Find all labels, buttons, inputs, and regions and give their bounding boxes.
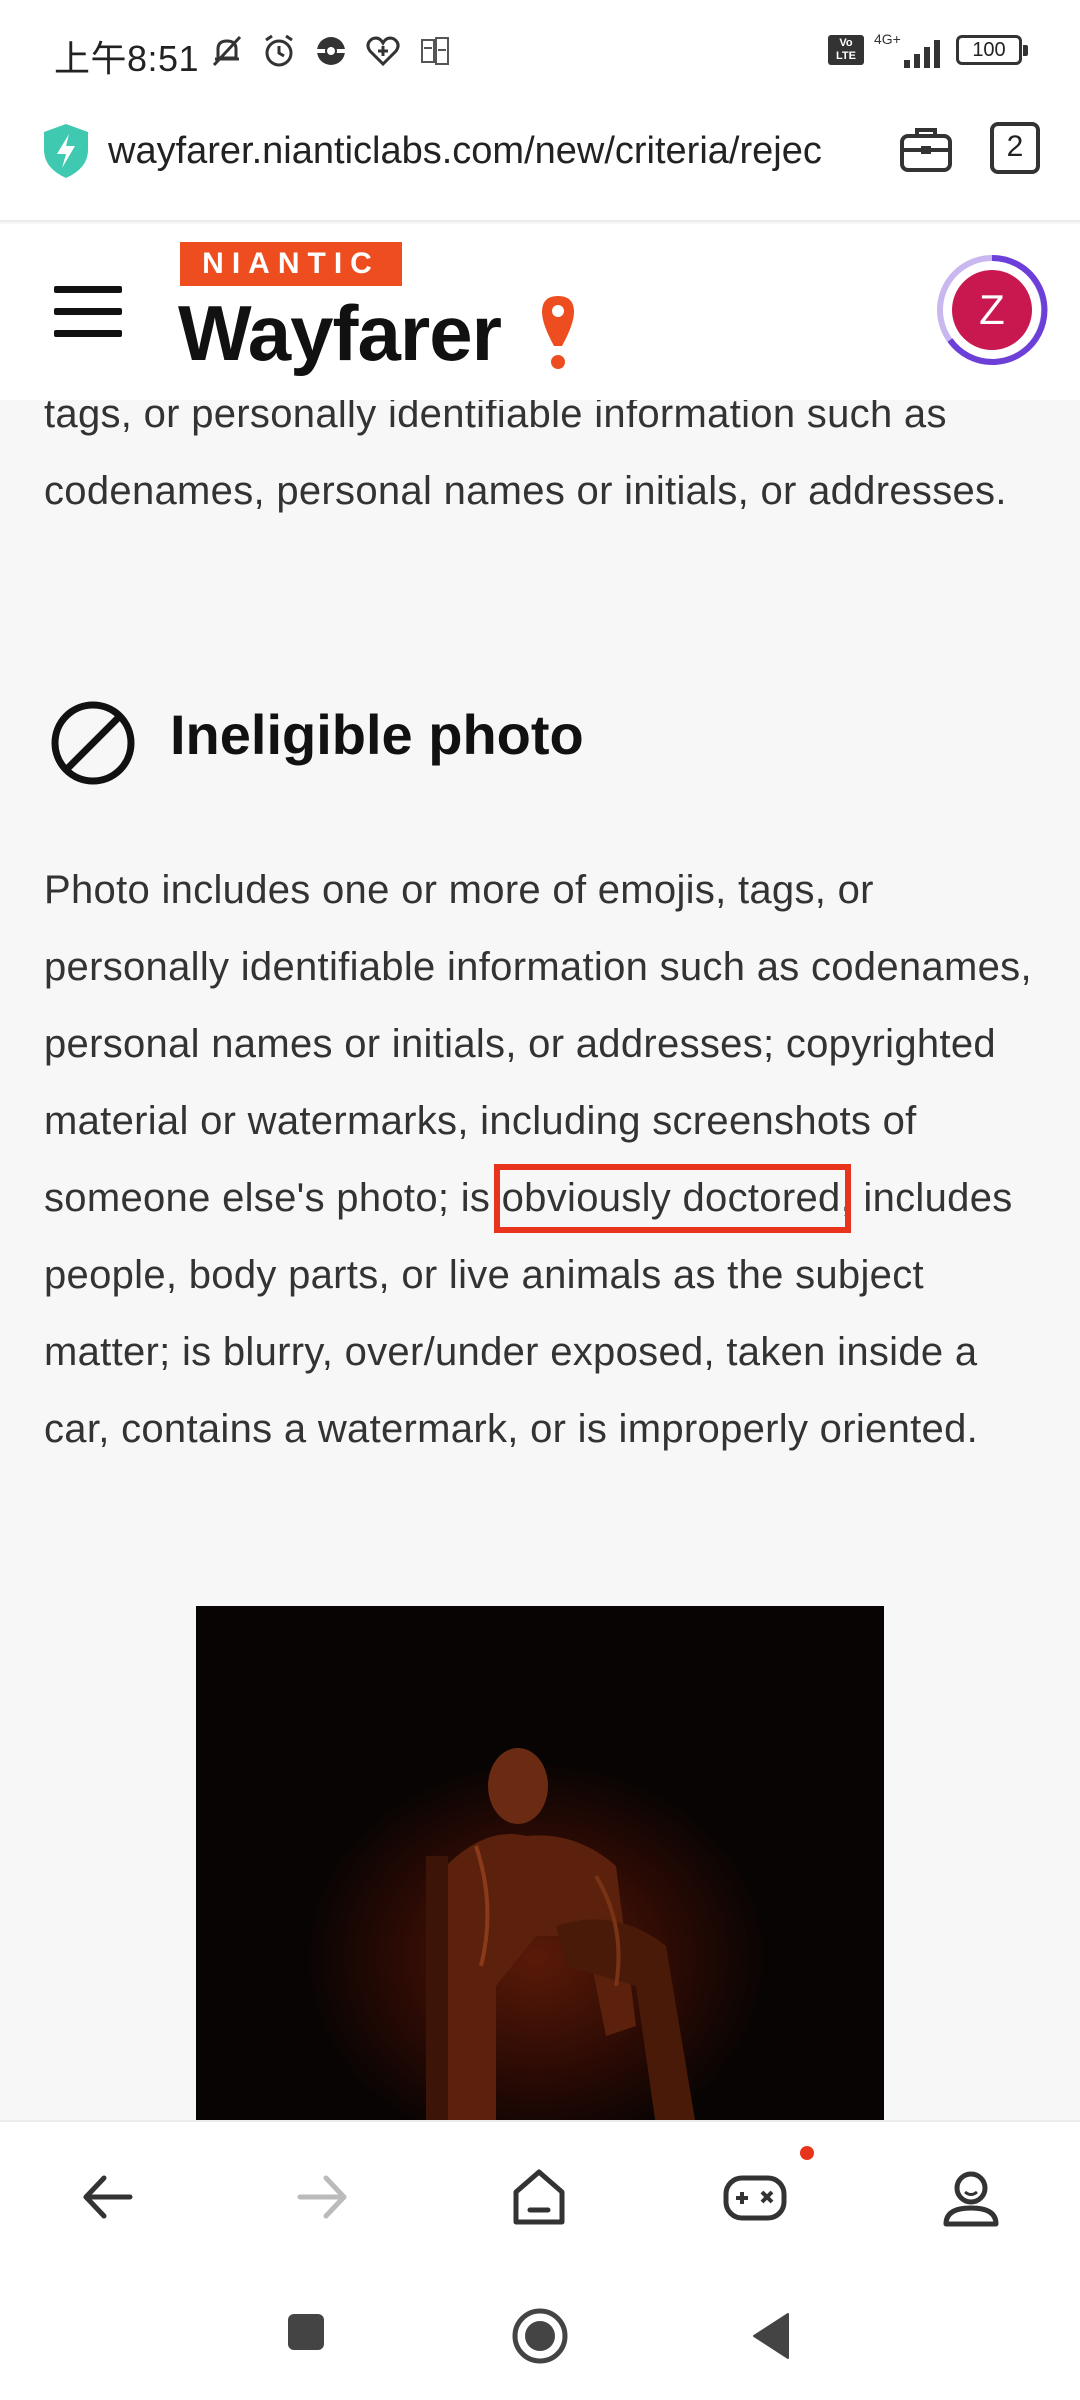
ineligible-photo-description: Photo includes one or more of emojis, ta… — [44, 852, 1044, 1468]
highlighted-phrase: obviously doctored — [493, 1160, 851, 1237]
home-circle-icon[interactable] — [510, 2306, 570, 2366]
forward-arrow-icon[interactable] — [290, 2164, 356, 2230]
status-icons — [208, 32, 454, 70]
wayfarer-logo-text: Wayfarer — [178, 289, 502, 377]
heart-plus-icon — [366, 36, 400, 67]
prohibited-icon — [51, 701, 135, 785]
back-arrow-icon[interactable] — [74, 2164, 140, 2230]
recents-square-icon[interactable] — [284, 2310, 328, 2354]
alarm-icon — [265, 34, 293, 67]
browser-bottom-nav — [0, 2120, 1080, 2270]
back-triangle-icon[interactable] — [748, 2310, 796, 2362]
browser-url-bar: wayfarer.nianticlabs.com/new/criteria/re… — [0, 100, 1080, 222]
toolbox-icon[interactable] — [898, 122, 954, 178]
home-icon[interactable] — [506, 2164, 572, 2230]
profile-icon[interactable] — [938, 2164, 1004, 2230]
status-right: Vo LTE 4G+ 100 — [828, 30, 1028, 70]
niantic-logo: NIANTIC — [180, 242, 402, 286]
game-controller-icon[interactable] — [722, 2164, 788, 2230]
criteria-content: tags, or personally identifiable informa… — [0, 400, 1080, 2120]
pokeball-icon — [317, 37, 345, 65]
mute-bell-icon — [212, 35, 242, 67]
network-type: 4G+ — [874, 31, 901, 47]
highlight-box — [493, 1164, 851, 1233]
menu-icon[interactable] — [54, 286, 122, 338]
battery-icon: 100 — [956, 35, 1028, 65]
url-field[interactable]: wayfarer.nianticlabs.com/new/criteria/re… — [108, 130, 868, 173]
avatar-letter: Z — [979, 286, 1005, 333]
tabs-count-button[interactable]: 2 — [990, 122, 1040, 174]
volte-icon: Vo LTE — [828, 35, 864, 65]
wayfarer-header: NIANTIC Wayfarer Z — [0, 224, 1080, 400]
status-bar: 上午8:51 Vo LTE 4G+ 100 — [0, 0, 1080, 100]
example-photo — [196, 1606, 884, 2120]
system-nav-bar — [0, 2270, 1080, 2400]
secure-shield-icon — [44, 124, 88, 178]
location-pin-icon — [542, 296, 574, 369]
section-title: Ineligible photo — [170, 703, 584, 766]
intro-paragraph: tags, or personally identifiable informa… — [44, 400, 1007, 513]
status-time: 上午8:51 — [54, 38, 200, 79]
notification-dot — [800, 2146, 814, 2160]
signal-icon: 4G+ — [874, 31, 940, 68]
app-notification-icon — [421, 37, 449, 65]
